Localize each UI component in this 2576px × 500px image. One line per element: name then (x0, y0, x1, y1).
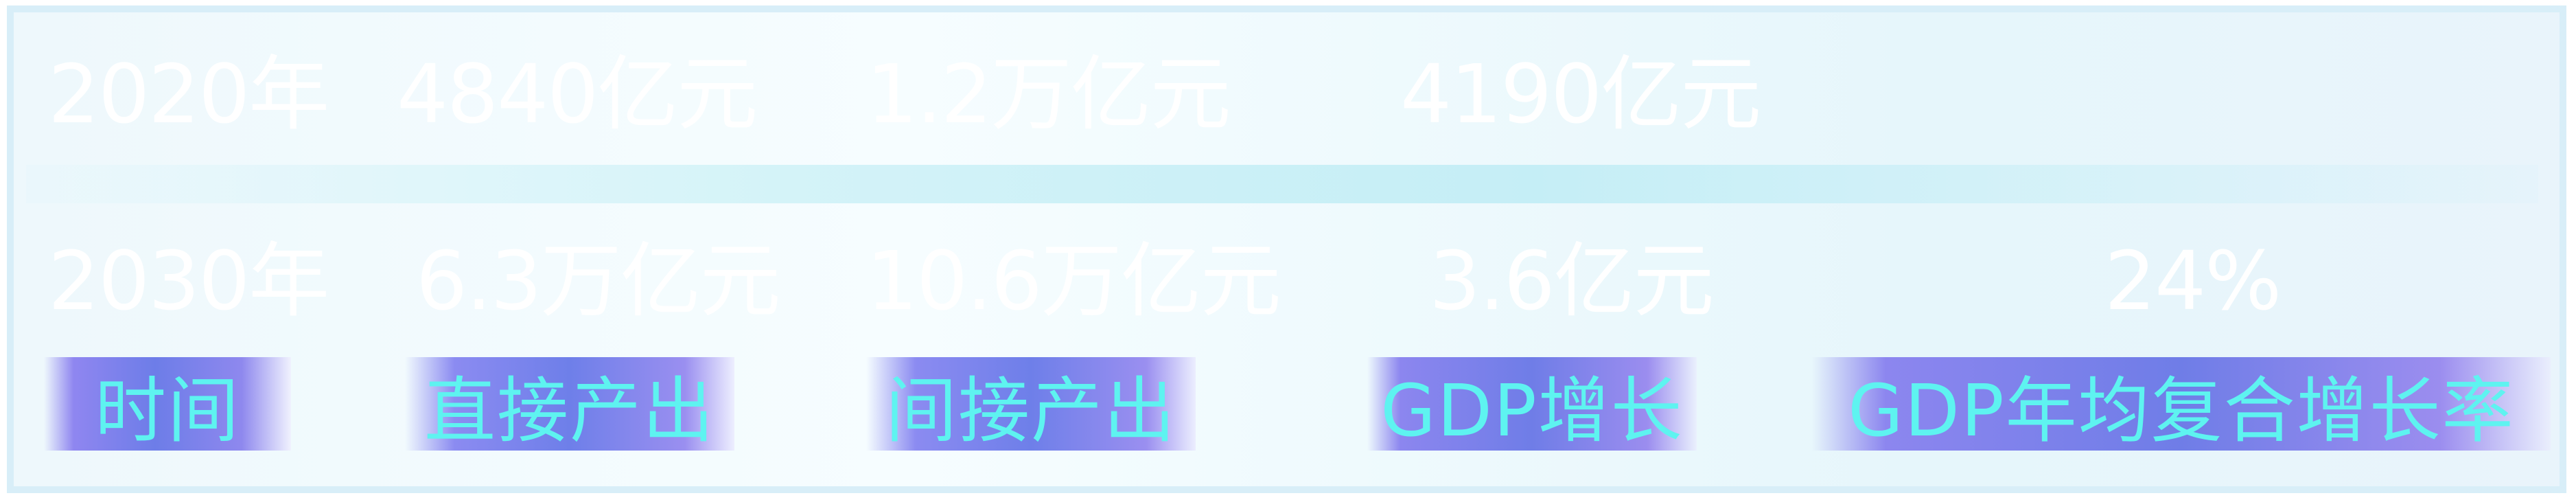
cell-indirect-2020: 1.2万亿元 (866, 47, 1231, 141)
cell-year-2020: 2020年 (48, 47, 329, 141)
cell-gdp-2030: 3.6亿元 (1429, 234, 1715, 328)
header-gdp-cagr: GDP年均复合增长率 (1812, 357, 2551, 453)
cell-gdp-2020: 4190亿元 (1400, 47, 1761, 141)
header-direct-output: 直接产出 (405, 357, 734, 453)
cell-direct-2030: 6.3万亿元 (416, 234, 781, 328)
header-gdp-growth: GDP增长 (1367, 357, 1697, 453)
cell-direct-2020: 4840亿元 (397, 47, 758, 141)
header-indirect-output: 间接产出 (866, 357, 1196, 453)
cell-cagr-2030: 24% (2104, 234, 2282, 328)
cell-indirect-2030: 10.6万亿元 (866, 234, 1281, 328)
cell-year-2030: 2030年 (48, 234, 329, 328)
header-time: 时间 (44, 357, 291, 453)
row-separator-band (26, 165, 2538, 203)
